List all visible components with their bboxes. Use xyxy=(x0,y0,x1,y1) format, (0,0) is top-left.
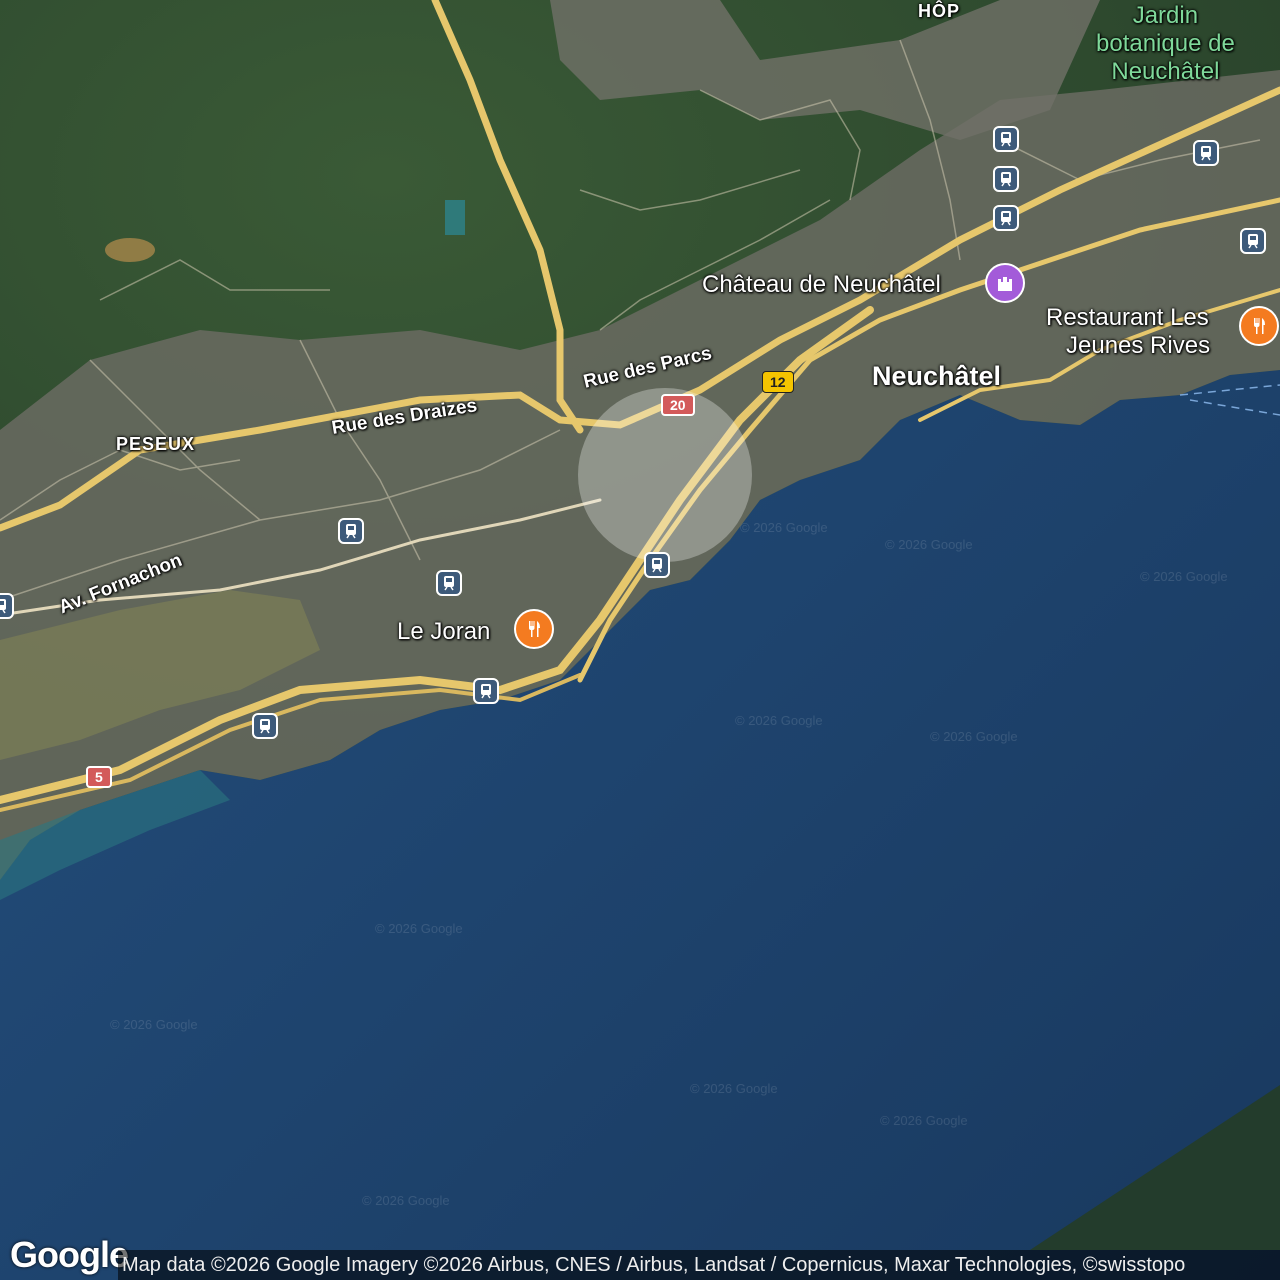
train-station-icon[interactable] xyxy=(436,570,462,596)
watermark: © 2026 Google xyxy=(885,537,973,552)
google-logo[interactable]: Google xyxy=(10,1234,129,1276)
fork-knife-icon[interactable] xyxy=(514,609,554,649)
poi-label-le-joran[interactable]: Le Joran xyxy=(397,618,490,646)
place-label-peseux[interactable]: PESEUX xyxy=(116,434,195,455)
watermark: © 2026 Google xyxy=(362,1193,450,1208)
watermark: © 2026 Google xyxy=(690,1081,778,1096)
watermark: © 2026 Google xyxy=(740,520,828,535)
watermark: © 2026 Google xyxy=(930,729,1018,744)
jardin-line-3: Neuchâtel xyxy=(1111,58,1220,85)
train-station-icon[interactable] xyxy=(993,205,1019,231)
route-shield-5: 5 xyxy=(86,766,112,788)
jardin-line-1: Jardin xyxy=(1132,2,1199,29)
poi-label-jardin-botanique[interactable]: Jardin botanique de Neuchâtel xyxy=(1096,2,1235,86)
train-station-icon[interactable] xyxy=(1240,228,1266,254)
satellite-map[interactable] xyxy=(0,0,1280,1280)
place-label-neuchatel[interactable]: Neuchâtel xyxy=(872,361,1001,392)
poi-label-chateau[interactable]: Château de Neuchâtel xyxy=(702,271,941,299)
jardin-line-2: botanique de xyxy=(1096,30,1235,57)
train-station-icon[interactable] xyxy=(473,678,499,704)
poi-label-restaurant-line2[interactable]: Jeunes Rives xyxy=(1066,332,1210,360)
map-attribution[interactable]: Map data ©2026 Google Imagery ©2026 Airb… xyxy=(118,1250,1280,1280)
watermark: © 2026 Google xyxy=(735,713,823,728)
watermark: © 2026 Google xyxy=(110,1017,198,1032)
train-station-icon[interactable] xyxy=(338,518,364,544)
route-shield-20: 20 xyxy=(661,394,695,416)
poi-label-restaurant-line1[interactable]: Restaurant Les xyxy=(1046,304,1209,332)
watermark: © 2026 Google xyxy=(880,1113,968,1128)
fork-knife-icon[interactable] xyxy=(1239,306,1279,346)
train-station-icon[interactable] xyxy=(1193,140,1219,166)
train-station-icon[interactable] xyxy=(644,552,670,578)
castle-icon[interactable] xyxy=(985,263,1025,303)
route-shield-12: 12 xyxy=(762,371,794,393)
clearing xyxy=(105,238,155,262)
place-label-hop[interactable]: HÔP xyxy=(918,1,960,22)
sports-field xyxy=(445,200,465,235)
train-station-icon[interactable] xyxy=(993,166,1019,192)
train-station-icon[interactable] xyxy=(252,713,278,739)
train-station-icon[interactable] xyxy=(0,593,14,619)
train-station-icon[interactable] xyxy=(993,126,1019,152)
watermark: © 2026 Google xyxy=(1140,569,1228,584)
watermark: © 2026 Google xyxy=(375,921,463,936)
